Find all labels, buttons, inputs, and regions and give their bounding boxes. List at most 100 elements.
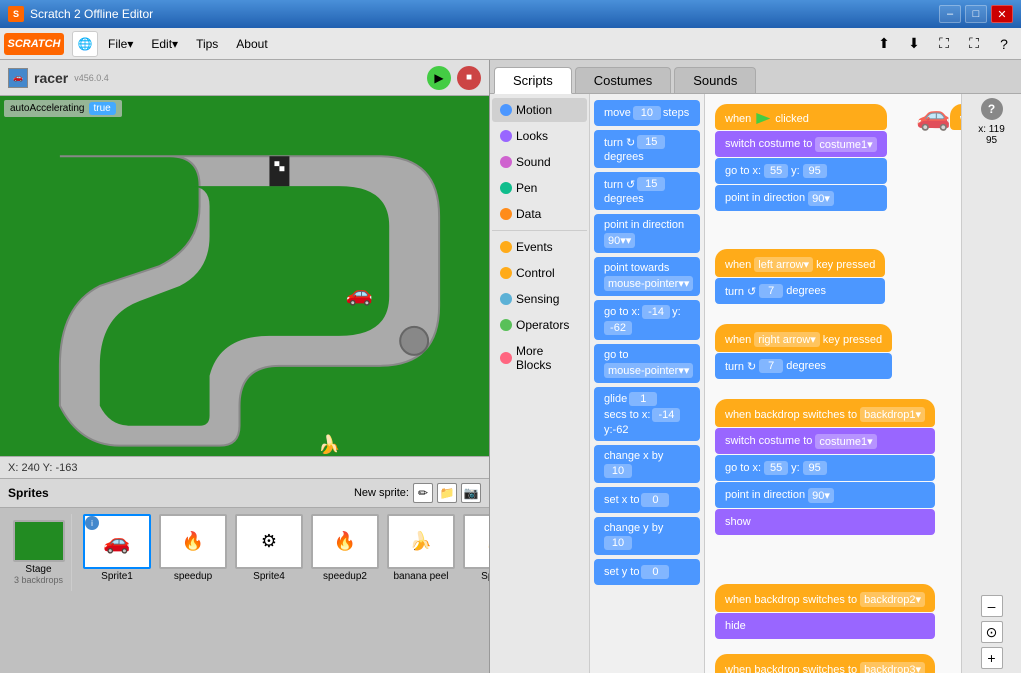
cat-looks[interactable]: Looks	[492, 124, 587, 148]
sprite-item-speedup2[interactable]: 🔥 speedup2	[310, 514, 380, 582]
block-group-left-arrow: when left arrow▾ key pressed turn ↺ 7 de…	[715, 249, 885, 304]
tab-sounds[interactable]: Sounds	[674, 67, 756, 93]
tabs: Scripts Costumes Sounds	[490, 60, 1021, 94]
cat-more-blocks[interactable]: More Blocks	[492, 339, 587, 377]
sprite-item-sprite2[interactable]: 🍌 Sprite2	[462, 514, 489, 582]
cat-events[interactable]: Events	[492, 235, 587, 259]
block-turn-ccw[interactable]: turn ↺ 15 degrees	[594, 172, 700, 210]
add-sprite-camera-button[interactable]: 📷	[461, 483, 481, 503]
maximize-button[interactable]: □	[965, 5, 987, 23]
down-arrow-hat[interactable]: when down arro...	[950, 104, 961, 130]
switch-costume-block-2[interactable]: switch costume to costume1▾	[715, 428, 935, 454]
help-icon[interactable]: ?	[991, 31, 1017, 57]
sprite-item-sprite4[interactable]: ⚙ Sprite4	[234, 514, 304, 582]
file-menu[interactable]: File▾	[100, 34, 141, 54]
sprite4-thumbnail: ⚙	[235, 514, 303, 569]
sprites-label: Sprites	[8, 486, 49, 500]
block-point-towards[interactable]: point towards mouse-pointer▾	[594, 257, 700, 296]
sprites-list: Stage 3 backdrops i 🚗 Sprite1 🔥 speedup	[0, 508, 489, 673]
block-turn-cw[interactable]: turn ↻ 15 degrees	[594, 130, 700, 168]
zoom-plus-button[interactable]: +	[981, 647, 1003, 669]
speedup-thumbnail: 🔥	[159, 514, 227, 569]
sprite-stage-item[interactable]: Stage 3 backdrops	[6, 514, 76, 591]
menu-bar: SCRATCH 🌐 File▾ Edit▾ Tips About ⬆ ⬇ ⛶ ⛶…	[0, 28, 1021, 60]
point-direction-block-2[interactable]: point in direction 90▾	[715, 482, 935, 508]
scratch-logo: SCRATCH	[4, 33, 64, 55]
backdrop3-hat[interactable]: when backdrop switches to backdrop3▾	[715, 654, 935, 673]
globe-icon[interactable]: 🌐	[72, 31, 98, 57]
cat-sensing[interactable]: Sensing	[492, 287, 587, 311]
cat-pen[interactable]: Pen	[492, 176, 587, 200]
pen-dot	[500, 182, 512, 194]
info-badge[interactable]: i	[85, 516, 99, 530]
block-set-x[interactable]: set x to 0	[594, 487, 700, 513]
coords-bar: X: 240 Y: -163	[0, 456, 489, 478]
cat-motion[interactable]: Motion	[492, 98, 587, 122]
block-goto-xy[interactable]: go to x:-14 y:-62	[594, 300, 700, 340]
block-change-x[interactable]: change x by 10	[594, 445, 700, 483]
present-icon[interactable]: ⛶	[961, 31, 987, 57]
add-sprite-file-button[interactable]: 📁	[437, 483, 457, 503]
flag-icon	[756, 113, 770, 124]
hide-block[interactable]: hide	[715, 613, 935, 639]
help-button[interactable]: ?	[981, 98, 1003, 120]
cat-control-label: Control	[516, 266, 555, 280]
tips-menu[interactable]: Tips	[188, 34, 226, 54]
cat-looks-label: Looks	[516, 129, 548, 143]
script-workspace[interactable]: when clicked switch costume to costume1▾…	[705, 94, 961, 673]
stage-sublabel: 3 backdrops	[14, 575, 63, 585]
upload-icon[interactable]: ⬆	[871, 31, 897, 57]
cat-sound[interactable]: Sound	[492, 150, 587, 174]
block-change-y[interactable]: change y by 10	[594, 517, 700, 555]
download-icon[interactable]: ⬇	[901, 31, 927, 57]
left-arrow-hat[interactable]: when left arrow▾ key pressed	[715, 249, 885, 277]
right-panel: Scripts Costumes Sounds Motion Looks Sou…	[490, 60, 1021, 673]
cat-sensing-label: Sensing	[516, 292, 559, 306]
sprite-item-bananapeel[interactable]: 🍌 banana peel	[386, 514, 456, 582]
tab-scripts[interactable]: Scripts	[494, 67, 572, 94]
switch-costume-block[interactable]: switch costume to costume1▾	[715, 131, 887, 157]
about-menu[interactable]: About	[228, 34, 275, 54]
turn-ccw-block[interactable]: turn ↺ 7 degrees	[715, 278, 885, 304]
stop-button[interactable]: ■	[457, 66, 481, 90]
goto-xy-block-2[interactable]: go to x: 55 y: 95	[715, 455, 935, 481]
minimize-button[interactable]: –	[939, 5, 961, 23]
cat-motion-label: Motion	[516, 103, 552, 117]
sprite-item-speedup[interactable]: 🔥 speedup	[158, 514, 228, 582]
edit-menu[interactable]: Edit▾	[143, 34, 186, 54]
block-glide[interactable]: glide 1 secs to x:-14 y:-62	[594, 387, 700, 441]
add-sprite-paint-button[interactable]: ✏	[413, 483, 433, 503]
stage-coords: X: 240 Y: -163	[8, 462, 78, 474]
main-area: 🚗 racer v456.0.4 ▶ ■ autoAccelerating tr…	[0, 60, 1021, 673]
block-move[interactable]: move 10 steps	[594, 100, 700, 126]
close-button[interactable]: ✕	[991, 5, 1013, 23]
point-direction-block-1[interactable]: point in direction 90▾	[715, 185, 887, 211]
operators-dot	[500, 319, 512, 331]
sprite-item-sprite1[interactable]: i 🚗 Sprite1	[82, 514, 152, 582]
goto-xy-block-1[interactable]: go to x: 55 y: 95	[715, 158, 887, 184]
green-flag-button[interactable]: ▶	[427, 66, 451, 90]
show-block[interactable]: show	[715, 509, 935, 535]
events-dot	[500, 241, 512, 253]
zoom-minus-button[interactable]: –	[981, 595, 1003, 617]
backdrop1-hat[interactable]: when backdrop switches to backdrop1▾	[715, 399, 935, 427]
cat-data[interactable]: Data	[492, 202, 587, 226]
cat-operators[interactable]: Operators	[492, 313, 587, 337]
stage-header: 🚗 racer v456.0.4 ▶ ■	[0, 60, 489, 96]
cat-control[interactable]: Control	[492, 261, 587, 285]
car-sprite-icon: 🚗	[346, 281, 373, 306]
block-goto[interactable]: go to mouse-pointer▾	[594, 344, 700, 383]
more-blocks-dot	[500, 352, 512, 364]
tab-costumes[interactable]: Costumes	[575, 67, 672, 93]
stage-canvas: autoAccelerating true 🚗 🍌	[0, 96, 489, 456]
fullscreen-icon[interactable]: ⛶	[931, 31, 957, 57]
turn-cw-block[interactable]: turn ↻ 7 degrees	[715, 353, 892, 379]
x-value: x: 119	[978, 124, 1005, 135]
right-arrow-hat[interactable]: when right arrow▾ key pressed	[715, 324, 892, 352]
block-set-y[interactable]: set y to 0	[594, 559, 700, 585]
zoom-reset-button[interactable]: ⊙	[981, 621, 1003, 643]
sprite-thumbnail-small: 🚗	[8, 68, 28, 88]
when-clicked-hat[interactable]: when clicked	[715, 104, 887, 130]
backdrop2-hat[interactable]: when backdrop switches to backdrop2▾	[715, 584, 935, 612]
block-point-direction[interactable]: point in direction 90▾	[594, 214, 700, 253]
